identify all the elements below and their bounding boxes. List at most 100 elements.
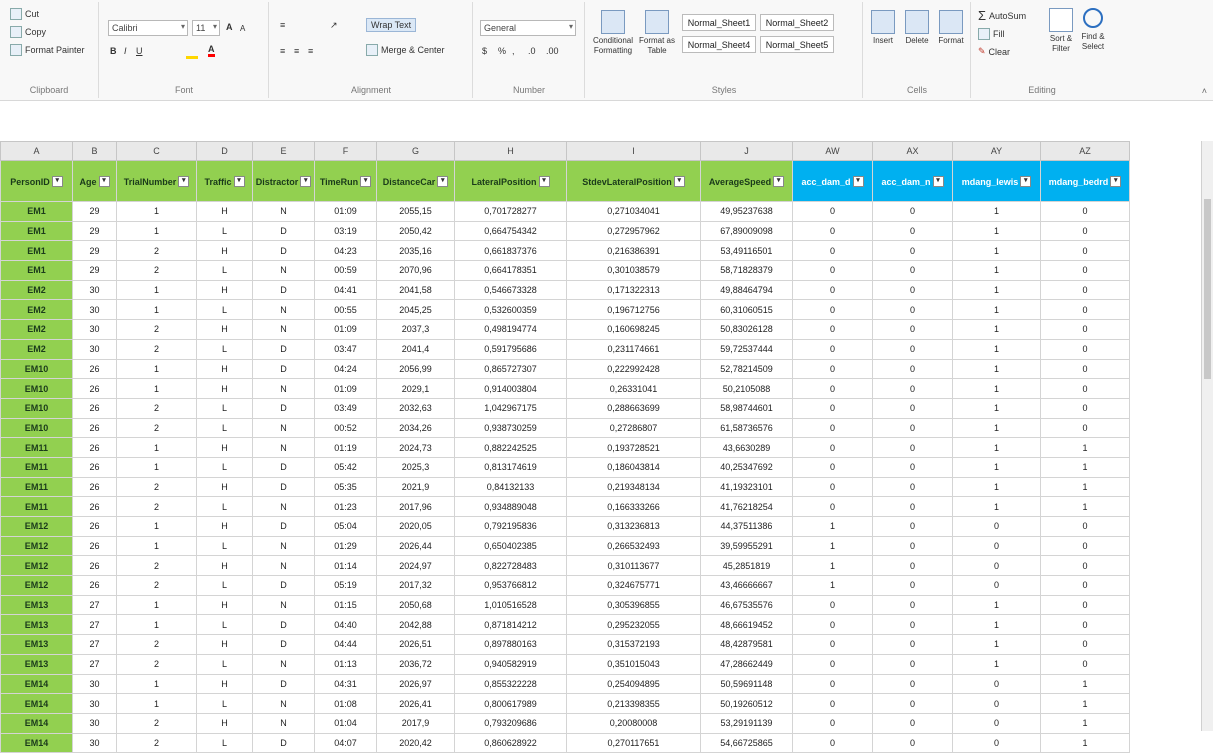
field-header[interactable]: TimeRun ▾	[314, 160, 377, 202]
table-cell[interactable]: 0	[1040, 634, 1130, 655]
table-cell[interactable]: 1	[1040, 732, 1130, 753]
table-cell[interactable]: 0	[792, 220, 873, 242]
table-cell[interactable]: 0	[872, 496, 953, 517]
table-cell[interactable]: EM14	[0, 673, 73, 695]
filter-dropdown-icon[interactable]: ▾	[178, 175, 190, 187]
table-cell[interactable]: 0	[1040, 240, 1130, 262]
table-cell[interactable]: 03:19	[314, 220, 377, 242]
field-header[interactable]: acc_dam_n ▾	[872, 160, 953, 202]
table-cell[interactable]: 2	[116, 319, 197, 340]
table-cell[interactable]: 0	[1040, 555, 1130, 577]
table-cell[interactable]: 01:09	[314, 378, 377, 399]
table-cell[interactable]: 0	[952, 535, 1041, 557]
table-cell[interactable]: 0	[792, 201, 873, 222]
table-cell[interactable]: 47,28662449	[700, 653, 793, 675]
table-cell[interactable]: 0	[872, 456, 953, 478]
table-cell[interactable]: 0,650402385	[454, 535, 567, 557]
table-cell[interactable]: 0,953766812	[454, 575, 567, 596]
table-cell[interactable]: 0	[952, 712, 1041, 734]
table-cell[interactable]: 1	[952, 378, 1041, 399]
table-cell[interactable]: 0,701728277	[454, 201, 567, 222]
table-cell[interactable]: 0	[872, 732, 953, 753]
table-cell[interactable]: 52,78214509	[700, 358, 793, 380]
table-cell[interactable]: EM2	[0, 319, 73, 340]
table-cell[interactable]: 0,27286807	[566, 417, 701, 439]
table-cell[interactable]: 2	[116, 338, 197, 360]
table-cell[interactable]: 0	[872, 299, 953, 321]
table-cell[interactable]: 2070,96	[376, 260, 455, 281]
filter-dropdown-icon[interactable]: ▾	[233, 175, 245, 187]
table-cell[interactable]: 49,95237638	[700, 201, 793, 222]
table-cell[interactable]: 54,66725865	[700, 732, 793, 753]
table-cell[interactable]: EM1	[0, 260, 73, 281]
column-letter[interactable]: J	[700, 141, 793, 161]
table-cell[interactable]: 30	[72, 693, 117, 714]
column-letter[interactable]: AW	[792, 141, 873, 161]
italic-button[interactable]: I	[124, 46, 127, 56]
table-cell[interactable]: 0	[792, 279, 873, 301]
table-cell[interactable]: 01:09	[314, 319, 377, 340]
table-cell[interactable]: 0,295232055	[566, 614, 701, 636]
align-left-icon[interactable]: ≡	[280, 46, 285, 56]
table-cell[interactable]: 2	[116, 653, 197, 675]
table-cell[interactable]: 0	[792, 614, 873, 636]
column-letter[interactable]: A	[0, 141, 73, 161]
table-cell[interactable]: 43,6630289	[700, 437, 793, 458]
table-cell[interactable]: 1	[1040, 673, 1130, 695]
table-cell[interactable]: EM2	[0, 299, 73, 321]
table-cell[interactable]: L	[196, 417, 253, 439]
table-cell[interactable]: 2041,58	[376, 279, 455, 301]
table-cell[interactable]: 30	[72, 712, 117, 734]
insert-button[interactable]: Insert	[866, 10, 900, 46]
table-cell[interactable]: 0,813174619	[454, 456, 567, 478]
table-cell[interactable]: L	[196, 456, 253, 478]
underline-button[interactable]: U	[136, 46, 143, 56]
table-cell[interactable]: EM14	[0, 712, 73, 734]
table-cell[interactable]: 01:29	[314, 535, 377, 557]
field-header[interactable]: PersonID ▾	[0, 160, 73, 202]
table-cell[interactable]: 0,664754342	[454, 220, 567, 242]
table-cell[interactable]: 27	[72, 614, 117, 636]
table-cell[interactable]: 0,940582919	[454, 653, 567, 675]
table-cell[interactable]: 29	[72, 220, 117, 242]
column-letter[interactable]: D	[196, 141, 253, 161]
table-cell[interactable]: H	[196, 378, 253, 399]
table-cell[interactable]: 26	[72, 358, 117, 380]
table-cell[interactable]: 0	[872, 555, 953, 577]
table-cell[interactable]: 2021,9	[376, 476, 455, 498]
table-cell[interactable]: 0	[872, 535, 953, 557]
scrollbar-thumb[interactable]	[1204, 199, 1211, 379]
table-cell[interactable]: 2050,68	[376, 594, 455, 616]
table-cell[interactable]: 0	[952, 693, 1041, 714]
table-cell[interactable]: L	[196, 299, 253, 321]
filter-dropdown-icon[interactable]: ▾	[1110, 175, 1122, 187]
table-cell[interactable]: H	[196, 437, 253, 458]
orientation-icon[interactable]: ↗	[330, 20, 338, 31]
filter-dropdown-icon[interactable]: ▾	[932, 175, 944, 187]
table-cell[interactable]: 26	[72, 417, 117, 439]
table-cell[interactable]: 1	[792, 575, 873, 596]
table-cell[interactable]: 1	[1040, 456, 1130, 478]
table-cell[interactable]: D	[252, 516, 315, 537]
column-letter[interactable]: C	[116, 141, 197, 161]
table-cell[interactable]: EM13	[0, 614, 73, 636]
table-cell[interactable]: H	[196, 712, 253, 734]
table-cell[interactable]: 2045,25	[376, 299, 455, 321]
table-cell[interactable]: 0	[792, 358, 873, 380]
table-cell[interactable]: 0,271034041	[566, 201, 701, 222]
decrease-decimal-button[interactable]: .00	[546, 46, 559, 56]
table-cell[interactable]: N	[252, 653, 315, 675]
table-cell[interactable]: 2026,97	[376, 673, 455, 695]
table-cell[interactable]: 0,897880163	[454, 634, 567, 655]
table-cell[interactable]: EM12	[0, 516, 73, 537]
table-cell[interactable]: 50,19260512	[700, 693, 793, 714]
table-cell[interactable]: 2	[116, 397, 197, 419]
table-cell[interactable]: L	[196, 732, 253, 753]
table-cell[interactable]: 0	[792, 338, 873, 360]
table-cell[interactable]: 41,19323101	[700, 476, 793, 498]
table-cell[interactable]: 1	[952, 594, 1041, 616]
table-cell[interactable]: 1	[952, 476, 1041, 498]
table-cell[interactable]: 0	[872, 201, 953, 222]
wrap-text-button[interactable]: Wrap Text	[366, 18, 417, 32]
table-cell[interactable]: 03:47	[314, 338, 377, 360]
